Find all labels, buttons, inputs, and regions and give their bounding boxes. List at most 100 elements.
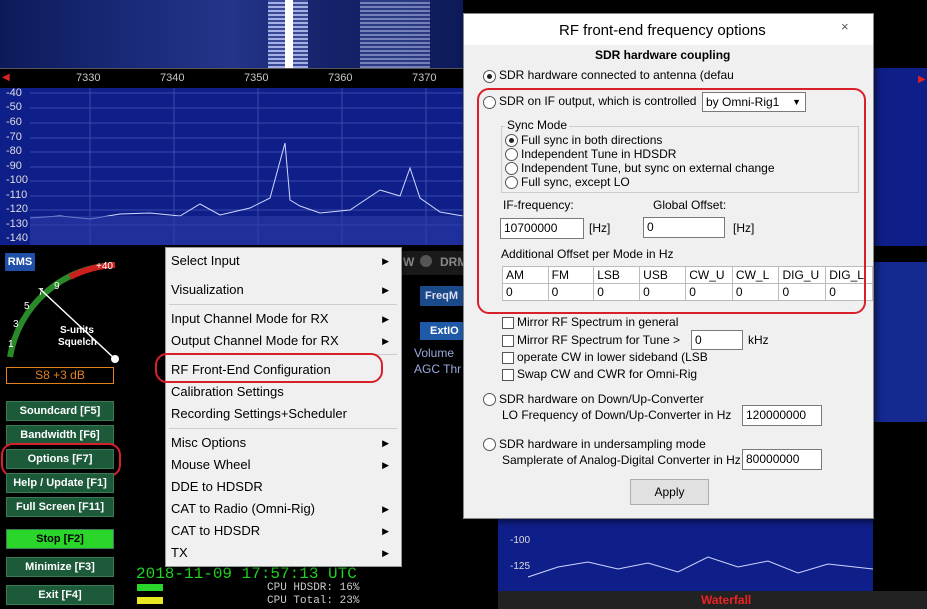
w-label: W <box>403 255 415 269</box>
db-label: -140 <box>6 232 29 244</box>
s-meter-reading: S8 +3 dB <box>6 367 114 384</box>
close-icon[interactable]: × <box>841 19 849 34</box>
db-label: -70 <box>6 131 22 143</box>
submenu-arrow-icon: ▶ <box>382 285 389 295</box>
waterfall-label: Waterfall <box>701 593 752 607</box>
freq-label: 7340 <box>160 72 185 84</box>
swap-cw-checkbox[interactable] <box>502 369 514 381</box>
db-label: -100 <box>510 535 531 546</box>
spectrum-bottom-fragment: -100 -125 <box>498 517 873 591</box>
dialog-title-bar[interactable]: RF front-end frequency options × <box>464 14 873 45</box>
soundcard-button[interactable]: Soundcard [F5] <box>6 401 114 421</box>
apply-button[interactable]: Apply <box>630 479 709 505</box>
cpu-total-label: CPU Total: 23% <box>267 595 360 607</box>
options-context-menu: Select Input ▶ Visualization ▶ Input Chann… <box>165 247 402 567</box>
radio-antenna-label: SDR hardware connected to antenna (defau <box>499 68 734 82</box>
db-label: -120 <box>6 203 29 215</box>
mirror-tune-checkbox[interactable] <box>502 335 514 347</box>
menu-item-cat-to-hdsdr[interactable]: CAT to HDSDR ▶ <box>171 521 395 541</box>
freq-label: 7360 <box>328 72 353 84</box>
db-label: -80 <box>6 145 22 157</box>
frequency-scale[interactable]: ◀ 7330 7340 7350 7360 7370 <box>0 68 463 89</box>
menu-item-misc-options[interactable]: Misc Options ▶ <box>171 433 395 453</box>
menu-separator <box>169 428 397 429</box>
menu-item-dde-to-hdsdr[interactable]: DDE to HDSDR <box>171 477 395 497</box>
dialog-title: RF front-end frequency options <box>559 22 766 39</box>
adc-samplerate-input[interactable]: 80000000 <box>742 449 822 470</box>
menu-item-output-channel-mode[interactable]: Output Channel Mode for RX ▶ <box>171 331 395 351</box>
exit-button[interactable]: Exit [F4] <box>6 585 114 605</box>
radio-converter[interactable] <box>483 393 496 406</box>
db-label: -50 <box>6 101 22 113</box>
highlight-oval <box>155 353 383 383</box>
cpu-hdsdr-bar <box>137 584 163 591</box>
cw-lower-checkbox[interactable] <box>502 352 514 364</box>
cpu-hdsdr-label: CPU HDSDR: 16% <box>267 582 360 594</box>
minimize-button[interactable]: Minimize [F3] <box>6 557 114 577</box>
agc-label: AGC Thr <box>414 362 462 376</box>
mirror-tune-input[interactable]: 0 <box>691 330 743 350</box>
menu-item-cat-to-radio[interactable]: CAT to Radio (Omni-Rig) ▶ <box>171 499 395 519</box>
menu-item-visualization[interactable]: Visualization ▶ <box>171 280 395 300</box>
s-meter: RMS +40 9 7 5 3 1 S-units Squelch S8 +3 … <box>0 247 134 384</box>
submenu-arrow-icon: ▶ <box>382 526 389 536</box>
scroll-left-icon[interactable]: ◀ <box>2 72 10 83</box>
units-label: S-units <box>60 325 94 336</box>
freq-label: 7330 <box>76 72 101 84</box>
waterfall-signal <box>360 0 430 68</box>
db-label: -90 <box>6 160 22 172</box>
menu-item-mouse-wheel[interactable]: Mouse Wheel ▶ <box>171 455 395 475</box>
waterfall-signal <box>285 0 293 68</box>
db-label: -40 <box>6 87 22 99</box>
mirror-general-checkbox[interactable] <box>502 317 514 329</box>
submenu-arrow-icon: ▶ <box>382 438 389 448</box>
freqmgr-button[interactable]: FreqM <box>420 286 464 306</box>
spectrum-display[interactable]: -40 -50 -60 -70 -80 -90 -100 -110 -120 -… <box>0 87 463 245</box>
waterfall-top[interactable] <box>0 0 463 68</box>
radio-undersampling[interactable] <box>483 438 496 451</box>
scale-label: +40 <box>96 261 113 272</box>
scroll-right-icon[interactable]: ▶ <box>918 74 926 85</box>
scale-label: 9 <box>54 281 60 292</box>
adc-samplerate-label: Samplerate of Analog-Digital Converter i… <box>502 453 741 467</box>
db-label: -110 <box>6 189 28 201</box>
freq-label: 7350 <box>244 72 269 84</box>
squelch-label: Squelch <box>58 337 97 348</box>
cpu-total-bar <box>137 597 163 604</box>
radio-antenna[interactable] <box>483 70 496 83</box>
menu-item-calibration-settings[interactable]: Calibration Settings <box>171 382 395 402</box>
db-label: -125 <box>510 561 531 572</box>
waterfall-slider-bar[interactable]: Waterfall <box>498 591 927 609</box>
mode-strip: W DRM <box>400 251 468 275</box>
led-icon <box>420 255 432 267</box>
volume-label: Volume <box>414 346 455 360</box>
db-label: -60 <box>6 116 22 128</box>
menu-item-recording-settings[interactable]: Recording Settings+Scheduler <box>171 404 395 424</box>
help-update-button[interactable]: Help / Update [F1] <box>6 473 114 493</box>
mirror-general-label: Mirror RF Spectrum in general <box>517 315 679 329</box>
extio-button[interactable]: ExtIO <box>420 322 464 340</box>
scale-label: 7 <box>38 287 44 298</box>
scale-label: 3 <box>13 319 19 330</box>
menu-separator <box>169 304 397 305</box>
scale-label: 1 <box>8 339 14 350</box>
stop-button[interactable]: Stop [F2] <box>6 529 114 549</box>
bottom-spectrum-plot <box>527 556 873 578</box>
menu-item-tx[interactable]: TX ▶ <box>171 543 395 563</box>
bandwidth-button[interactable]: Bandwidth [F6] <box>6 425 114 445</box>
datetime-display: 2018-11-09 17:57:13 UTC <box>136 565 357 583</box>
lo-frequency-label: LO Frequency of Down/Up-Converter in Hz <box>502 408 732 422</box>
submenu-arrow-icon: ▶ <box>382 314 389 324</box>
full-screen-button[interactable]: Full Screen [F11] <box>6 497 114 517</box>
menu-item-select-input[interactable]: Select Input ▶ <box>171 251 395 271</box>
section-title: SDR hardware coupling <box>595 48 731 62</box>
highlight-oval <box>477 88 866 314</box>
submenu-arrow-icon: ▶ <box>382 336 389 346</box>
radio-converter-label: SDR hardware on Down/Up-Converter <box>499 392 704 406</box>
db-label: -100 <box>6 174 29 186</box>
menu-item-input-channel-mode[interactable]: Input Channel Mode for RX ▶ <box>171 309 395 329</box>
submenu-arrow-icon: ▶ <box>382 460 389 470</box>
lo-frequency-input[interactable]: 120000000 <box>742 405 822 426</box>
submenu-arrow-icon: ▶ <box>382 256 389 266</box>
cw-lower-label: operate CW in lower sideband (LSB <box>517 350 708 364</box>
